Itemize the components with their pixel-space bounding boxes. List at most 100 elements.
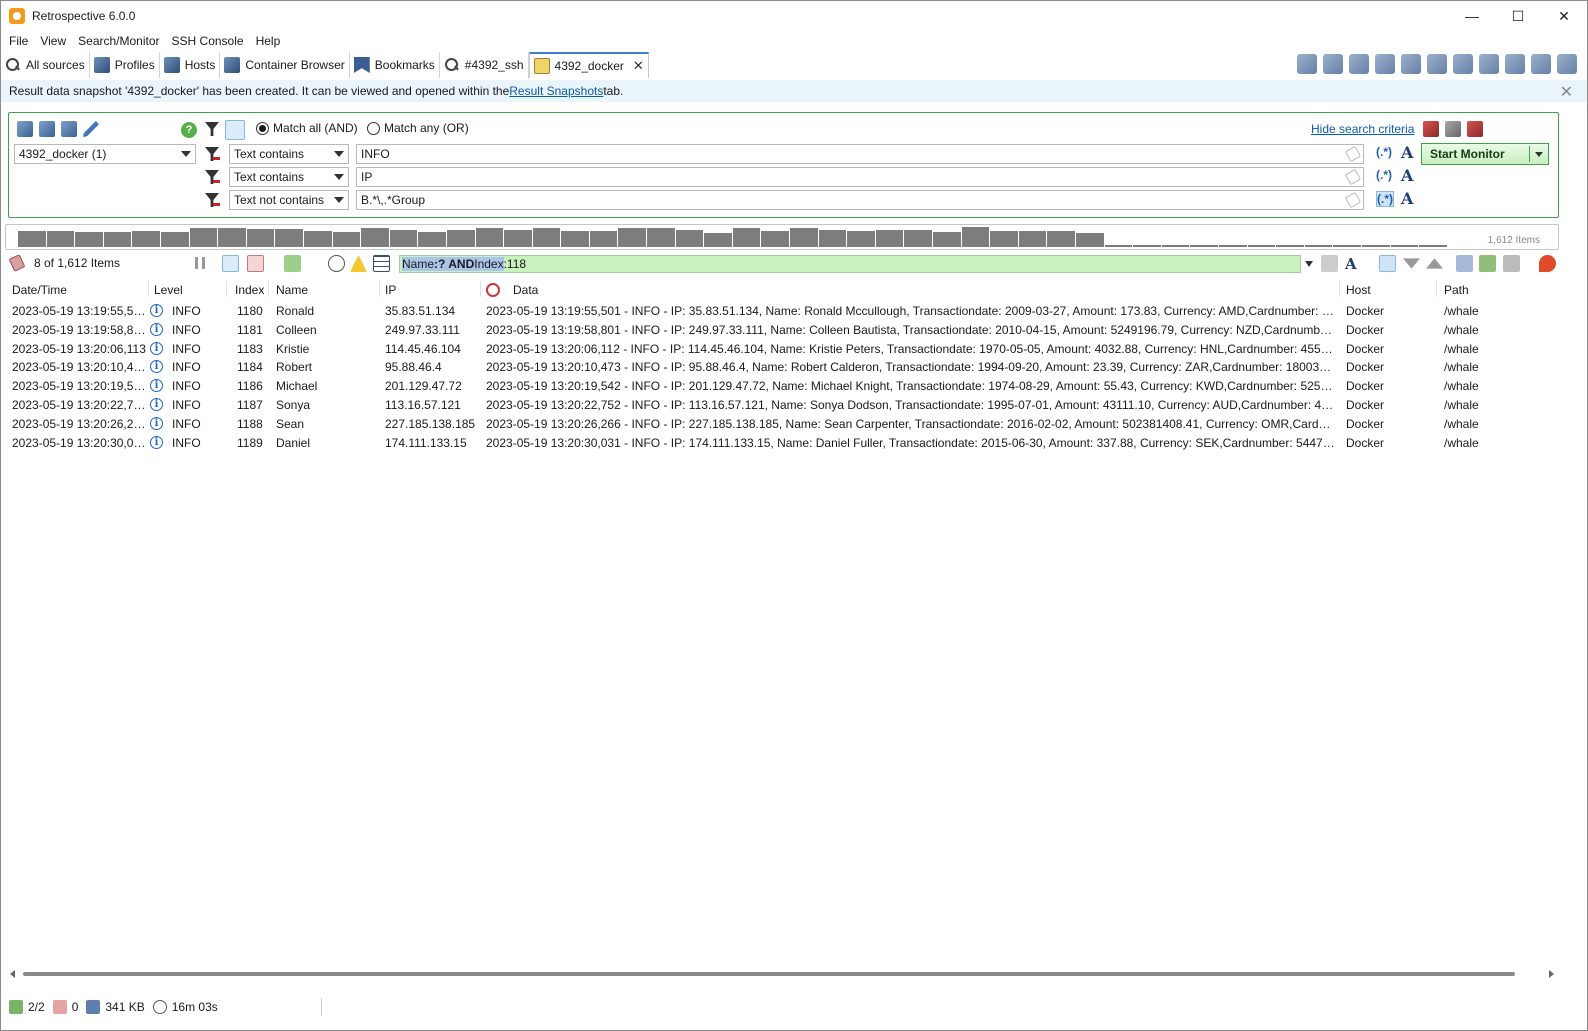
regex-toggle[interactable]: (.*) — [1376, 191, 1394, 207]
column-divider[interactable] — [480, 281, 481, 297]
eraser-icon[interactable] — [1344, 191, 1362, 209]
menu-help[interactable]: Help — [252, 34, 289, 48]
export-icon[interactable] — [1456, 255, 1473, 272]
scroll-right-icon[interactable] — [1549, 970, 1554, 978]
tab-hosts[interactable]: Hosts — [160, 52, 221, 78]
table-row[interactable]: i 2023-05-19 13:20:30,032 INFO 1189 Daniel 17… — [5, 434, 1559, 453]
case-sensitive-icon[interactable]: A — [1401, 143, 1413, 162]
eraser-icon[interactable] — [1344, 145, 1362, 163]
column-header-datetime[interactable]: Date/Time — [12, 283, 67, 297]
table-row[interactable]: i 2023-05-19 13:19:55,501 INFO 1180 Ronald 35… — [5, 302, 1559, 321]
database-tool-icon[interactable] — [1453, 54, 1473, 74]
settings-icon[interactable] — [1321, 255, 1338, 272]
maximize-button[interactable]: ☐ — [1495, 1, 1541, 31]
activity-icon[interactable] — [1479, 54, 1499, 74]
close-window-button[interactable]: ✕ — [1541, 1, 1587, 31]
operator-dropdown[interactable]: Text contains — [229, 167, 349, 187]
column-divider[interactable] — [268, 281, 269, 297]
tab-profiles[interactable]: Profiles — [90, 52, 160, 78]
arrow-down-icon[interactable] — [1403, 258, 1420, 269]
column-header-ip[interactable]: IP — [385, 283, 396, 297]
tab-4392-ssh[interactable]: #4392_ssh — [440, 52, 529, 78]
hide-search-criteria-link[interactable]: Hide search criteria — [1311, 122, 1414, 136]
clear-results-icon[interactable] — [8, 254, 26, 272]
grid-icon[interactable] — [373, 255, 390, 272]
add-filter-icon[interactable] — [205, 122, 219, 136]
help-icon[interactable]: ? — [181, 122, 197, 138]
result-query-input[interactable]: Name:? AND Index:118 — [399, 255, 1301, 273]
column-header-level[interactable]: Level — [154, 283, 183, 297]
menu-ssh-console[interactable]: SSH Console — [168, 34, 252, 48]
regex-toggle[interactable]: (.*) — [1376, 145, 1392, 159]
eraser-icon[interactable] — [1344, 168, 1362, 186]
warning-icon[interactable] — [350, 255, 367, 272]
timeline-histogram[interactable]: 1,612 Items — [5, 224, 1559, 250]
scroll-left-icon[interactable] — [10, 970, 15, 978]
column-divider[interactable] — [148, 281, 149, 297]
profile-tool-icon[interactable] — [1349, 54, 1369, 74]
new-search-icon[interactable] — [1297, 54, 1317, 74]
close-icon[interactable]: ✕ — [1560, 82, 1573, 102]
clear-criteria-icon[interactable] — [1423, 121, 1439, 137]
result-snapshots-link[interactable]: Result Snapshots — [509, 84, 603, 98]
minimize-button[interactable]: — — [1449, 1, 1495, 31]
case-sensitive-icon[interactable]: A — [1401, 189, 1413, 208]
chevron-down-icon[interactable] — [1305, 261, 1313, 267]
chevron-down-icon[interactable] — [1535, 152, 1543, 157]
clear-icon[interactable] — [1539, 255, 1556, 272]
menu-search-monitor[interactable]: Search/Monitor — [74, 34, 167, 48]
edit-filter-icon[interactable] — [225, 120, 245, 140]
edit-tool-icon[interactable] — [1427, 54, 1447, 74]
match-any-radio[interactable]: Match any (OR) — [367, 121, 469, 135]
column-header-index[interactable]: Index — [235, 283, 264, 297]
auto-scroll-icon[interactable] — [222, 255, 239, 272]
criteria-value-input[interactable]: INFO — [356, 144, 1364, 164]
column-divider[interactable] — [379, 281, 380, 297]
column-header-data[interactable]: Data — [513, 283, 538, 297]
arrow-up-icon[interactable] — [1426, 258, 1443, 269]
save-icon[interactable] — [1479, 255, 1496, 272]
menu-file[interactable]: File — [5, 34, 36, 48]
start-monitor-button[interactable]: Start Monitor — [1421, 143, 1549, 165]
snapshot-tool-icon[interactable] — [1503, 255, 1520, 272]
column-header-name[interactable]: Name — [276, 283, 308, 297]
column-divider[interactable] — [1436, 281, 1437, 297]
table-row[interactable]: i 2023-05-19 13:20:06,113 INFO 1183 Kristie 1… — [5, 340, 1559, 359]
tab-container-browser[interactable]: Container Browser — [220, 52, 350, 78]
operator-dropdown[interactable]: Text contains — [229, 144, 349, 164]
table-row[interactable]: i 2023-05-19 13:20:22,753 INFO 1187 Sonya 113… — [5, 396, 1559, 415]
match-all-radio[interactable]: Match all (AND) — [256, 121, 358, 135]
screen-icon[interactable] — [1557, 54, 1577, 74]
tree-icon[interactable] — [61, 121, 77, 137]
highlight-icon[interactable] — [284, 255, 301, 272]
column-divider[interactable] — [1339, 281, 1340, 297]
clear-filter-icon[interactable] — [247, 255, 264, 272]
bookmark-tool-icon[interactable] — [1323, 54, 1343, 74]
operator-dropdown[interactable]: Text not contains — [229, 190, 349, 210]
table-row[interactable]: i 2023-05-19 13:20:19,543 INFO 1186 Michael 2… — [5, 377, 1559, 396]
container-tool-icon[interactable] — [1401, 54, 1421, 74]
table-row[interactable]: i 2023-05-19 13:20:26,266 INFO 1188 Sean 227.… — [5, 415, 1559, 434]
tab-bookmarks[interactable]: Bookmarks — [350, 52, 440, 78]
pause-icon[interactable] — [195, 257, 205, 269]
scrollbar-thumb[interactable] — [23, 972, 1515, 976]
source-group-icon[interactable] — [39, 121, 55, 137]
tab-4392-docker[interactable]: 4392_docker ✕ — [528, 52, 649, 78]
source-dropdown[interactable]: 4392_docker (1) — [14, 144, 196, 164]
remove-all-icon[interactable] — [1467, 121, 1483, 137]
tab-all-sources[interactable]: All sources — [1, 52, 90, 78]
host-tool-icon[interactable] — [1375, 54, 1395, 74]
table-row[interactable]: i 2023-05-19 13:19:58,802 INFO 1181 Colleen 2… — [5, 321, 1559, 340]
table-row[interactable]: i 2023-05-19 13:20:10,473 INFO 1184 Robert 95… — [5, 358, 1559, 377]
pencil-icon[interactable] — [83, 121, 99, 137]
column-header-host[interactable]: Host — [1346, 283, 1371, 297]
regex-toggle[interactable]: (.*) — [1376, 168, 1392, 182]
horizontal-scrollbar[interactable] — [5, 967, 1559, 981]
clock-icon[interactable] — [328, 255, 345, 272]
filter-icon[interactable] — [1379, 255, 1396, 272]
dashboard-icon[interactable] — [1505, 54, 1525, 74]
column-header-path[interactable]: Path — [1444, 283, 1469, 297]
case-sensitive-icon[interactable]: A — [1401, 166, 1413, 185]
criteria-value-input[interactable]: B.*\,.*Group — [356, 190, 1364, 210]
layout-icon[interactable] — [1531, 54, 1551, 74]
